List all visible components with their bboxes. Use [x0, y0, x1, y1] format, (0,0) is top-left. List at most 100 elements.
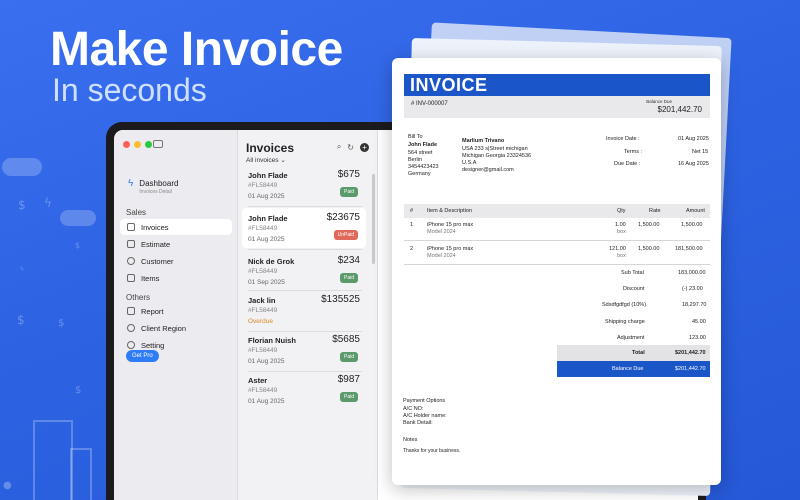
get-pro-button[interactable]: Get Pro	[126, 350, 159, 362]
due-date-label: Due Date :	[614, 161, 641, 167]
invoice-number: #FL58449	[248, 307, 278, 314]
invoice-date-value: 01 Aug 2025	[678, 136, 709, 142]
customer-name: John Flade	[248, 214, 288, 223]
list-item[interactable]: John Flade $23675 #FL58449 01 Aug 2025 U…	[242, 208, 366, 248]
invoice-number: #FL58449	[248, 268, 278, 275]
sidebar-item-label: Client Region	[141, 323, 187, 333]
document-icon	[127, 223, 135, 231]
list-item[interactable]: Florian Nuish $5685 #FL58449 01 Aug 2025…	[242, 330, 366, 370]
dollar-icon: $	[18, 198, 26, 212]
sidebar-item-items[interactable]: Items	[120, 270, 232, 286]
list-item[interactable]: Aster $987 #FL58449 01 Aug 2025 Paid	[242, 370, 366, 410]
invoice-number: #FL58449	[248, 225, 278, 232]
hero-subtitle: In seconds	[52, 72, 207, 108]
row-number: 2	[410, 246, 414, 252]
lightning-icon: ϟ	[128, 178, 134, 189]
sidebar-item-estimate[interactable]: Estimate	[120, 236, 232, 252]
bill-to-line: Germany	[408, 171, 431, 177]
lightning-icon: ϟ	[20, 266, 24, 273]
column-header: #	[410, 208, 414, 214]
invoice-header-band: # INV-000007 Balance Due $201,442.70	[404, 96, 710, 118]
sender-line: USA 233 s|Street michigan	[462, 146, 528, 152]
sidebar-item-label: Dashboard	[139, 179, 179, 188]
bill-to-name: John Flade	[408, 142, 438, 148]
item-rate: 1,500.00	[638, 222, 660, 228]
summary-value: (-) 23.00	[682, 286, 703, 292]
dollar-icon: $	[75, 385, 82, 396]
scrollbar[interactable]	[372, 174, 375, 264]
summary-value: 123.00	[689, 335, 706, 341]
customer-name: Jack lin	[248, 296, 276, 305]
cloud-icon	[2, 158, 42, 176]
sender-line: Michigan Georgia 23324536	[462, 153, 532, 159]
list-item[interactable]: John Flade $675 #FL58449 01 Aug 2025 Pai…	[242, 165, 366, 205]
divider	[248, 249, 362, 250]
summary-label: Discount	[623, 286, 645, 292]
invoice-document: INVOICE # INV-000007 Balance Due $201,44…	[392, 58, 721, 485]
sender-line: designer@gmail.com	[462, 167, 514, 173]
building-icon	[33, 420, 73, 500]
sidebar-toggle-icon[interactable]	[153, 140, 163, 148]
filter-dropdown[interactable]: All invoices ⌄	[246, 156, 286, 164]
payment-line: Bank Detail:	[403, 420, 433, 426]
invoice-amount: $234	[337, 255, 360, 266]
sidebar-item-client-region[interactable]: Client Region	[120, 320, 232, 336]
lightning-icon: ϟ	[44, 196, 52, 210]
payment-line: A/C Holder name:	[403, 413, 447, 419]
item-name: iPhone 15 pro max	[427, 246, 474, 252]
sidebar-item-label: Customer	[141, 256, 174, 266]
summary-label: Sub Total	[621, 270, 644, 276]
invoice-number: #FL58449	[248, 182, 278, 189]
list-item[interactable]: Nick de Grok $234 #FL58449 01 Sep 2025 P…	[242, 251, 366, 291]
sidebar-item-report[interactable]: Report	[120, 303, 232, 319]
bill-to-line: 564 street	[408, 150, 433, 156]
notes-text: Thanks for your business.	[403, 448, 461, 454]
list-title: Invoices	[246, 141, 295, 155]
sidebar-item-sublabel: Invoices Detail	[139, 189, 172, 195]
sidebar-item-customer[interactable]: Customer	[120, 253, 232, 269]
item-rate: 1,500.00	[638, 246, 660, 252]
item-unit: box	[617, 229, 626, 235]
list-item[interactable]: Jack lin $135525 #FL58449 Overdue	[242, 290, 366, 330]
invoice-amount: $135525	[321, 294, 360, 305]
person-icon	[127, 257, 135, 265]
dollar-icon: $	[58, 318, 65, 329]
item-qty: 1.00	[615, 222, 626, 228]
row-divider	[404, 264, 710, 265]
sidebar: ϟ Dashboard Invoices Detail Sales Invoic…	[114, 130, 238, 500]
section-header-others: Others	[126, 293, 151, 302]
item-qty: 121.00	[609, 246, 626, 252]
invoice-amount: $23675	[326, 212, 360, 223]
total-label: Total	[632, 350, 645, 356]
invoice-date: 01 Sep 2025	[248, 279, 285, 286]
add-invoice-button[interactable]: +	[360, 142, 369, 152]
invoice-number: #FL58449	[248, 347, 278, 354]
customer-name: Florian Nuish	[248, 336, 296, 345]
close-window-button[interactable]	[123, 141, 130, 148]
zoom-window-button[interactable]	[145, 141, 152, 148]
invoice-amount: $987	[337, 374, 360, 385]
minimize-window-button[interactable]	[134, 141, 141, 148]
invoice-amount: $5685	[332, 334, 360, 345]
refresh-icon[interactable]: ↻	[347, 143, 354, 152]
customer-name: Nick de Grok	[248, 257, 295, 266]
invoice-number: # INV-000007	[411, 101, 448, 107]
summary-value: 45.00	[692, 319, 706, 325]
invoice-amount: $675	[337, 169, 360, 180]
hero-title: Make Invoice	[50, 23, 343, 76]
sidebar-item-invoices[interactable]: Invoices	[120, 219, 232, 235]
search-icon[interactable]: ⌕	[337, 142, 341, 152]
notes-header: Notes	[403, 437, 418, 443]
invoice-title: INVOICE	[404, 74, 710, 96]
item-amount: 1,500.00	[681, 222, 703, 228]
invoice-list-pane: Invoices All invoices ⌄ ⌕ ↻ + John Flade…	[238, 130, 378, 500]
item-description: Model 2024	[427, 229, 456, 235]
sidebar-item-dashboard[interactable]: ϟ Dashboard Invoices Detail	[128, 178, 179, 196]
summary-value: 18,297.70	[682, 302, 707, 308]
summary-label: Shipping charge	[605, 319, 645, 325]
column-header: Item & Description	[427, 208, 472, 214]
status-badge: UnPaid	[333, 230, 358, 240]
due-date-value: 16 Aug 2025	[678, 161, 709, 167]
payment-options-header: Payment Options	[403, 398, 446, 404]
item-name: iPhone 15 pro max	[427, 222, 474, 228]
